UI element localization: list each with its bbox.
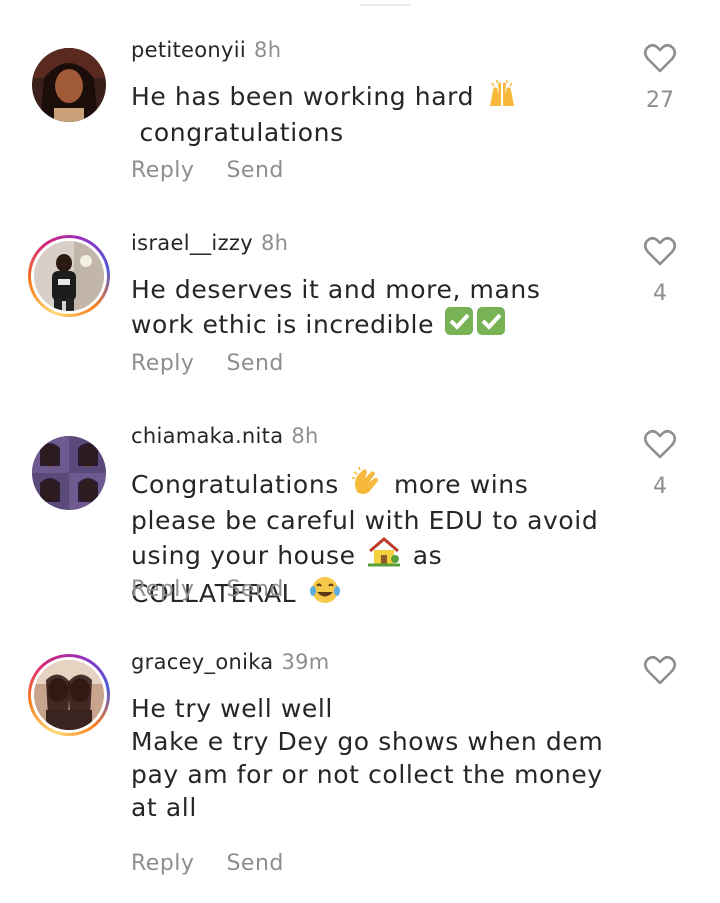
- clapping-hands-icon: [351, 466, 381, 504]
- reply-button[interactable]: Reply: [131, 351, 194, 376]
- like-column: 27: [638, 42, 682, 113]
- comment-header: israel__izzy 8h: [131, 231, 288, 255]
- username[interactable]: petiteonyii: [131, 38, 246, 62]
- comment-header: petiteonyii 8h: [131, 38, 281, 62]
- comment-actions: Reply Send: [131, 577, 316, 602]
- like-count: 4: [653, 474, 667, 499]
- like-count: 4: [653, 281, 667, 306]
- avatar: [34, 660, 104, 730]
- avatar-story-ring[interactable]: [28, 235, 110, 317]
- heart-icon[interactable]: [638, 235, 682, 271]
- check-mark-icon: [444, 306, 474, 344]
- previous-comment-fragment: [360, 0, 410, 6]
- raised-hands-icon: [487, 80, 517, 116]
- comment-actions: Reply Send: [131, 351, 316, 376]
- heart-icon[interactable]: [638, 654, 682, 690]
- comment-text: He has been working hard congratulations: [131, 80, 611, 149]
- comment-header: chiamaka.nita 8h: [131, 424, 319, 448]
- timestamp: 39m: [281, 650, 330, 674]
- comment-text: He deserves it and more, mans work ethic…: [131, 273, 611, 344]
- heart-icon[interactable]: [638, 42, 682, 78]
- comment-header: gracey_onika 39m: [131, 650, 330, 674]
- avatar[interactable]: [32, 436, 106, 510]
- reply-button[interactable]: Reply: [131, 577, 194, 602]
- send-button[interactable]: Send: [226, 351, 283, 376]
- comment-actions: Reply Send: [131, 158, 316, 183]
- check-mark-icon: [476, 306, 506, 344]
- username[interactable]: gracey_onika: [131, 650, 273, 674]
- reply-button[interactable]: Reply: [131, 851, 194, 876]
- send-button[interactable]: Send: [226, 577, 283, 602]
- timestamp: 8h: [291, 424, 319, 448]
- send-button[interactable]: Send: [226, 851, 283, 876]
- send-button[interactable]: Send: [226, 158, 283, 183]
- username[interactable]: chiamaka.nita: [131, 424, 283, 448]
- timestamp: 8h: [254, 38, 282, 62]
- like-column: 4: [638, 235, 682, 306]
- house-icon: [368, 537, 401, 575]
- avatar-story-ring[interactable]: [28, 654, 110, 736]
- reply-button[interactable]: Reply: [131, 158, 194, 183]
- timestamp: 8h: [260, 231, 289, 255]
- comment-actions: Reply Send: [131, 851, 316, 876]
- heart-icon[interactable]: [638, 428, 682, 464]
- like-count: 27: [646, 88, 674, 113]
- comment-text: He try well well Make e try Dey go shows…: [131, 694, 604, 822]
- like-column: 4: [638, 428, 682, 499]
- like-column: [638, 654, 682, 690]
- username[interactable]: israel__izzy: [131, 231, 253, 255]
- avatar: [34, 241, 104, 311]
- avatar[interactable]: [32, 48, 106, 122]
